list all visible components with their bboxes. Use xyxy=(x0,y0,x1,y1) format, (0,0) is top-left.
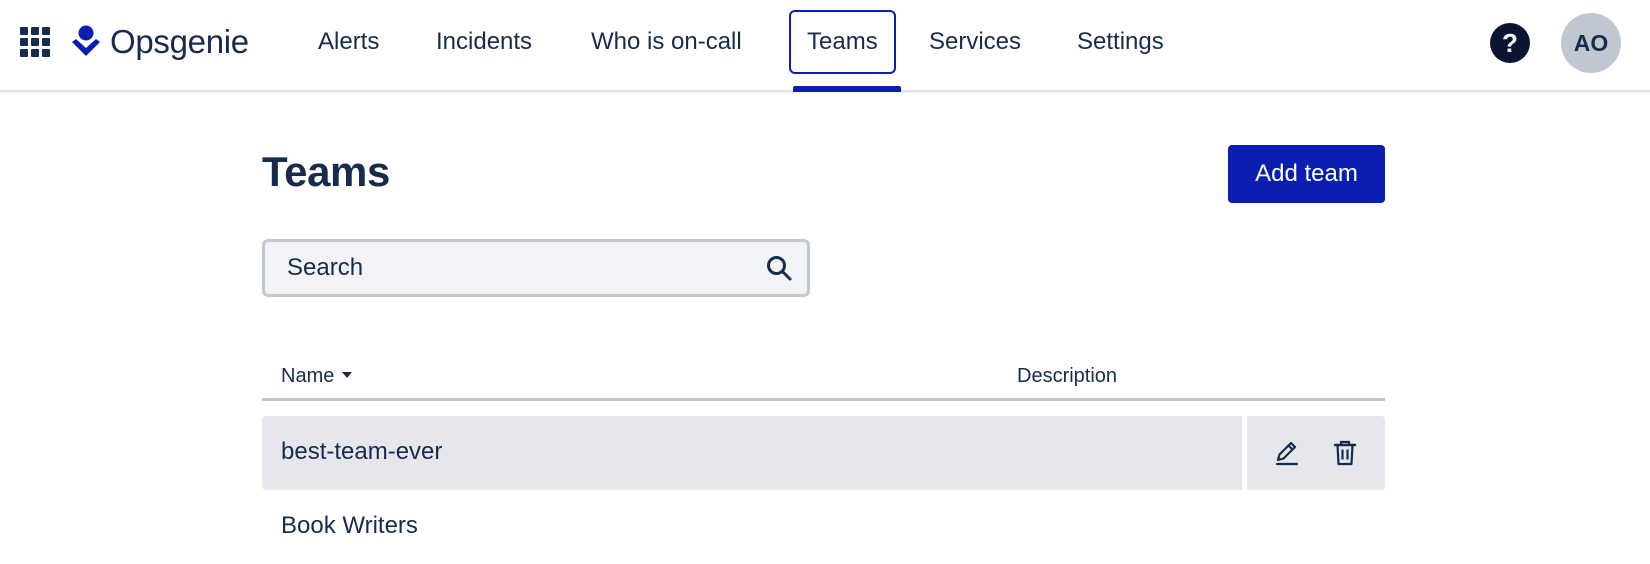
column-header-description: Description xyxy=(1017,365,1118,387)
nav-teams[interactable]: Teams xyxy=(789,10,896,74)
table-header: Name Description xyxy=(262,355,1385,401)
sort-caret-icon xyxy=(342,372,353,378)
table-row[interactable]: Book Writers xyxy=(262,490,1385,564)
app-name: Opsgenie xyxy=(110,23,249,60)
table-row[interactable]: best-team-ever xyxy=(262,416,1385,490)
nav-incidents[interactable]: Incidents xyxy=(436,24,532,60)
delete-trash-icon[interactable] xyxy=(1330,438,1360,468)
nav-settings[interactable]: Settings xyxy=(1077,24,1164,60)
search-input[interactable] xyxy=(285,242,755,294)
add-team-button[interactable]: Add team xyxy=(1228,145,1385,203)
team-name[interactable]: best-team-ever xyxy=(281,438,442,466)
column-header-name-label: Name xyxy=(281,365,335,387)
edit-pencil-icon[interactable] xyxy=(1272,438,1302,468)
top-navigation: Opsgenie Alerts Incidents Who is on-call… xyxy=(0,0,1650,92)
help-icon[interactable]: ? xyxy=(1490,23,1530,63)
table-row-actions-cell xyxy=(1247,416,1385,490)
nav-who-is-on-call[interactable]: Who is on-call xyxy=(591,24,742,60)
opsgenie-logo-icon xyxy=(72,25,100,56)
team-name[interactable]: Book Writers xyxy=(281,512,418,540)
opsgenie-logo[interactable]: Opsgenie xyxy=(70,22,249,62)
app-switcher-icon[interactable] xyxy=(20,27,52,59)
column-header-name[interactable]: Name xyxy=(281,365,353,388)
nav-alerts[interactable]: Alerts xyxy=(318,24,379,60)
search-icon[interactable] xyxy=(765,254,793,282)
search-field[interactable] xyxy=(262,239,810,297)
page-title: Teams xyxy=(262,148,390,195)
active-tab-indicator xyxy=(793,86,901,92)
avatar[interactable]: AO xyxy=(1561,13,1621,73)
nav-services[interactable]: Services xyxy=(929,24,1021,60)
